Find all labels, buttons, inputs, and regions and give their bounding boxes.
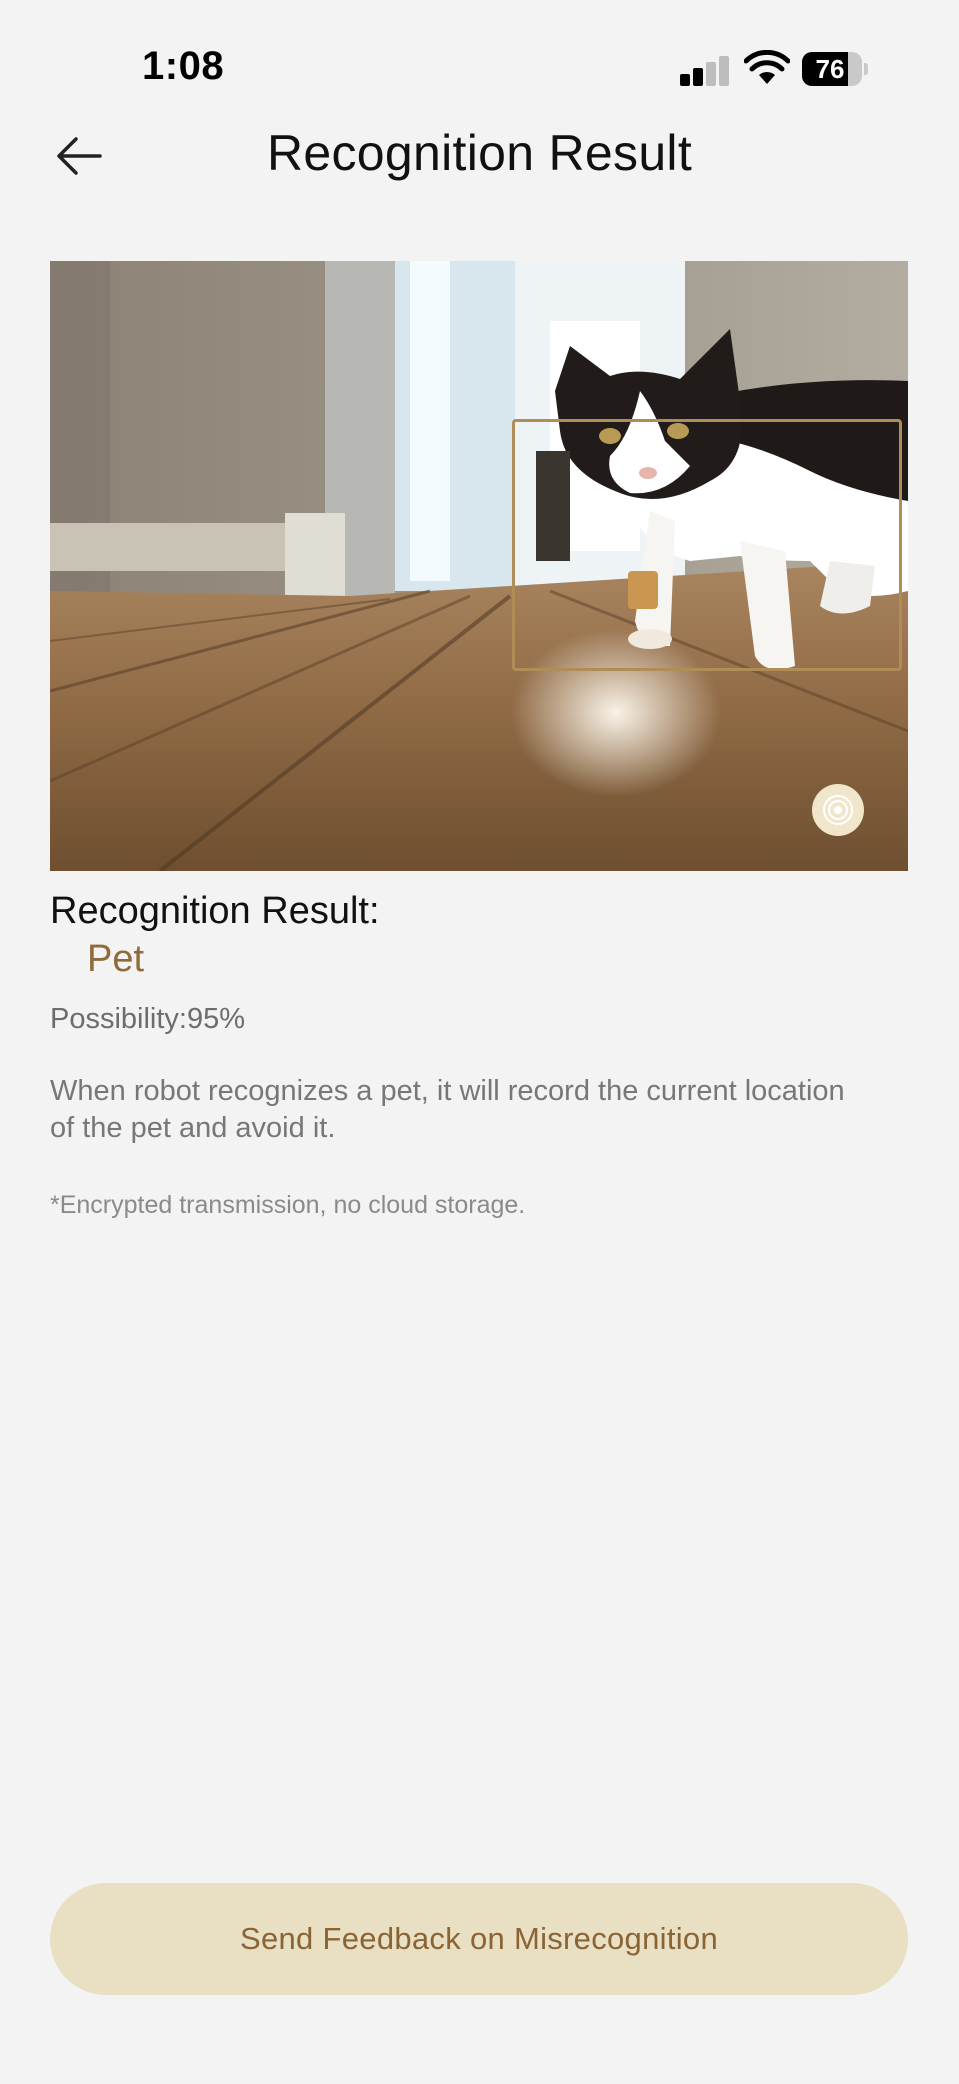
result-label: Recognition Result: (50, 890, 380, 932)
lens-icon[interactable] (812, 784, 864, 836)
lens-rings-icon (823, 795, 853, 825)
recognition-result-screen: 1:08 76 Recognition Result Recognition R… (0, 0, 959, 2084)
battery-icon: 76 (802, 52, 862, 86)
recognition-photo (50, 261, 908, 871)
privacy-note: *Encrypted transmission, no cloud storag… (50, 1191, 526, 1219)
status-time: 1:08 (142, 44, 225, 88)
possibility-label: Possibility: (50, 1003, 187, 1035)
page-title: Recognition Result (266, 125, 693, 181)
battery-tip (864, 63, 868, 75)
result-description: When robot recognizes a pet, it will rec… (50, 1075, 845, 1144)
wifi-icon (744, 50, 790, 84)
possibility: Possibility:95% (50, 1003, 245, 1036)
result-value: Pet (87, 938, 145, 980)
possibility-value: 95% (187, 1003, 246, 1035)
battery-level-text: 76 (815, 54, 845, 84)
detection-box (512, 419, 902, 671)
status-bar: 1:08 76 (0, 0, 959, 120)
send-feedback-button[interactable]: Send Feedback on Misrecognition (50, 1883, 908, 1995)
cellular-signal-icon (680, 54, 730, 86)
